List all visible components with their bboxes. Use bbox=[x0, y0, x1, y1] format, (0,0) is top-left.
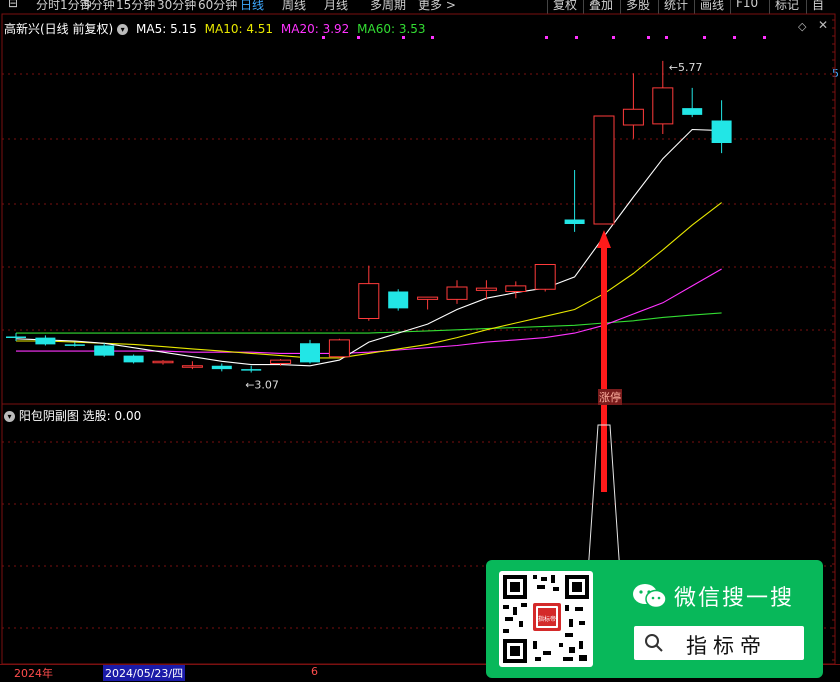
sub-panel-value: 选股: 0.00 bbox=[82, 409, 142, 423]
signal-dot bbox=[703, 36, 706, 39]
candle-body-down bbox=[6, 336, 26, 338]
high-price-label: ←5.77 bbox=[669, 61, 703, 74]
signal-arrow-head bbox=[597, 230, 611, 248]
signal-dot bbox=[647, 36, 650, 39]
candle-body-up bbox=[417, 296, 439, 300]
candle-body-down bbox=[241, 369, 262, 371]
candle-body-up bbox=[270, 359, 292, 364]
candle-body-up bbox=[181, 365, 203, 368]
candle-body-down bbox=[35, 337, 56, 345]
sub-settings-icon[interactable]: ▾ bbox=[4, 411, 15, 422]
wechat-logo-icon bbox=[633, 584, 667, 609]
axis-year-label: 2024年 bbox=[14, 667, 53, 680]
qr-code-graphic: 指标帝 bbox=[503, 575, 589, 663]
cursor-date-label: 2024/05/23/四 bbox=[103, 665, 186, 681]
candle-body-up bbox=[358, 283, 380, 319]
signal-dot bbox=[431, 36, 434, 39]
candle-body-up bbox=[652, 87, 674, 125]
limit-up-tag: 涨停 bbox=[598, 389, 622, 405]
signal-dot bbox=[545, 36, 548, 39]
signal-dot bbox=[733, 36, 736, 39]
candle-body-down bbox=[682, 108, 703, 115]
candle-body-down bbox=[388, 291, 409, 309]
signal-dot bbox=[402, 36, 405, 39]
search-icon bbox=[645, 634, 663, 652]
candle-body-down bbox=[64, 344, 85, 346]
candle-body-up bbox=[622, 108, 644, 126]
qr-logo-text: 指标帝 bbox=[538, 615, 556, 623]
axis-month-label: 6 bbox=[311, 665, 318, 678]
signal-dot bbox=[763, 36, 766, 39]
candle-body-up bbox=[475, 287, 497, 291]
signal-dot bbox=[665, 36, 668, 39]
signal-dot bbox=[575, 36, 578, 39]
signal-dot bbox=[322, 36, 325, 39]
candle-body-up bbox=[534, 264, 556, 290]
candle-body-up bbox=[152, 360, 174, 364]
candle-body-down bbox=[123, 355, 144, 363]
sub-panel-title[interactable]: 阳包阴副图 bbox=[19, 409, 79, 423]
candle-body-up bbox=[505, 285, 527, 292]
candle-body-up bbox=[328, 339, 350, 358]
candle-body-down bbox=[564, 219, 585, 224]
candle-body-down bbox=[711, 120, 732, 143]
low-price-label: ←3.07 bbox=[245, 379, 279, 392]
qr-code: 指标帝 bbox=[499, 571, 593, 667]
wechat-title: 微信搜一搜 bbox=[674, 586, 795, 611]
candle-body-down bbox=[300, 343, 320, 363]
candle-body-down bbox=[211, 365, 232, 370]
candle-body-up bbox=[593, 115, 615, 225]
candle-body-down bbox=[94, 345, 115, 356]
wechat-search-text: 指标帝 bbox=[686, 634, 767, 658]
candle-body-up bbox=[446, 286, 468, 300]
signal-dot bbox=[612, 36, 615, 39]
signal-arrow-shaft bbox=[601, 240, 607, 492]
wechat-search-box[interactable]: 指标帝 bbox=[634, 626, 804, 660]
signal-dot bbox=[357, 36, 360, 39]
wechat-promo-card[interactable]: 指标帝 微信搜一搜 指标帝 bbox=[486, 560, 823, 678]
sub-panel-header: ▾ 阳包阴副图 选股: 0.00 bbox=[4, 407, 141, 424]
